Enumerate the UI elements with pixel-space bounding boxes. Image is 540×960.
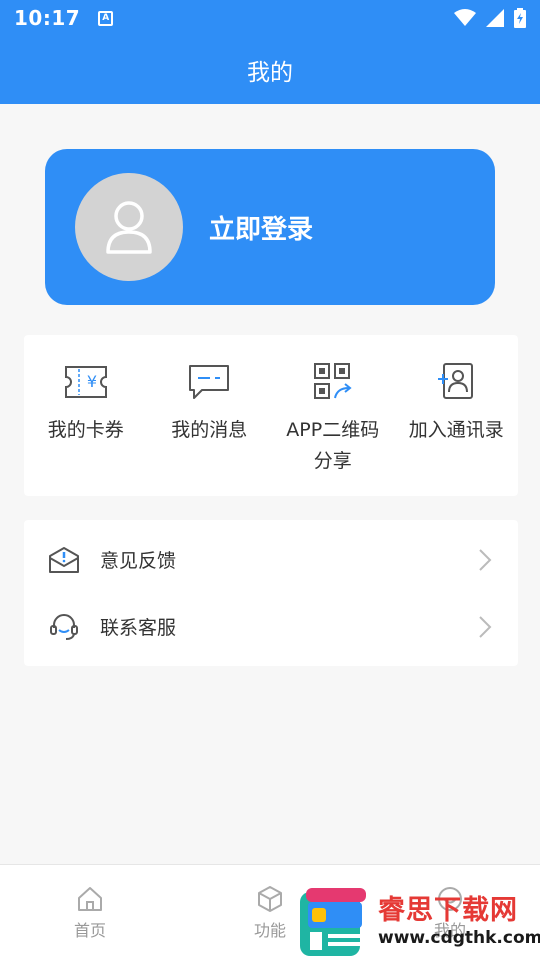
wifi-icon: [454, 9, 476, 26]
status-icons: [454, 8, 526, 28]
notification-icon: A: [98, 10, 114, 26]
watermark-url: www.cdgthk.com: [378, 928, 540, 948]
watermark-text: 睿思下载网 www.cdgthk.com: [378, 895, 540, 949]
quick-action-label: APP二维码分享: [286, 419, 380, 472]
quick-action-add-contact[interactable]: 加入通讯录: [395, 335, 519, 496]
avatar[interactable]: [75, 173, 183, 281]
tab-label: 首页: [73, 921, 106, 940]
signal-icon: [486, 9, 504, 27]
qr-share-icon: [311, 361, 355, 403]
cube-icon: [258, 886, 282, 912]
login-card[interactable]: 立即登录: [45, 149, 495, 305]
message-icon: [187, 361, 231, 403]
chevron-right-icon: [479, 549, 492, 571]
status-time: 10:17: [14, 6, 81, 30]
home-icon: [78, 887, 102, 911]
list-item-label: 联系客服: [100, 617, 177, 639]
chevron-right-icon: [479, 616, 492, 638]
quick-action-coupons[interactable]: ¥ 我的卡券: [24, 335, 148, 496]
tab-home[interactable]: 首页: [0, 865, 180, 960]
feedback-mail-icon: [48, 544, 80, 576]
watermark-logo: [296, 888, 368, 956]
login-button[interactable]: 立即登录: [209, 209, 313, 246]
svg-text:¥: ¥: [87, 372, 97, 391]
coupon-icon: ¥: [64, 361, 108, 403]
add-contact-icon: [434, 361, 478, 403]
quick-action-qr-share[interactable]: APP二维码分享: [271, 335, 395, 496]
settings-list: 意见反馈 联系客服: [24, 520, 518, 666]
status-bar: 10:17 A: [0, 0, 540, 36]
watermark-title: 睿思下载网: [378, 895, 518, 926]
headset-icon: [48, 611, 80, 643]
page-title: 我的: [247, 60, 293, 86]
tab-label: 功能: [253, 921, 286, 940]
watermark: 睿思下载网 www.cdgthk.com: [296, 884, 540, 960]
list-item-customer-service[interactable]: 联系客服: [24, 593, 518, 660]
list-item-feedback[interactable]: 意见反馈: [24, 526, 518, 593]
quick-action-label: 我的卡券: [47, 419, 124, 441]
quick-action-label: 我的消息: [171, 419, 248, 441]
quick-action-label: 加入通讯录: [408, 419, 504, 441]
list-item-label: 意见反馈: [100, 550, 177, 572]
quick-actions-panel: ¥ 我的卡券 我的消息 APP二维码分享 加入通讯录: [24, 335, 518, 496]
title-bar: 我的: [0, 36, 540, 104]
battery-icon: [514, 8, 526, 28]
user-icon: [106, 201, 152, 254]
quick-action-messages[interactable]: 我的消息: [148, 335, 272, 496]
